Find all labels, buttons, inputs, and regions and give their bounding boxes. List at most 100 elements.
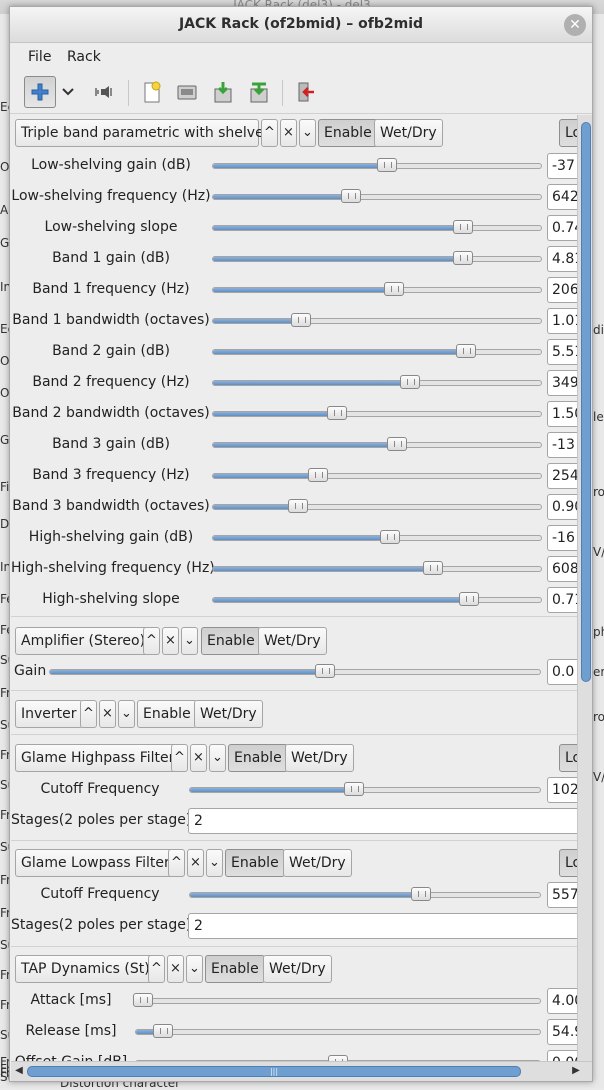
slider-thumb[interactable] [383,282,404,296]
param-slider[interactable] [212,442,542,448]
wet-dry-toggle[interactable]: Wet/Dry [258,627,327,655]
param-slider[interactable] [212,194,542,200]
lock-all-toggle[interactable]: Lo [559,744,577,772]
param-value-field[interactable]: 0.71 [547,587,577,613]
menu-rack[interactable]: Rack [67,49,101,65]
title-bar[interactable]: JACK Rack (of2bmid) – ofb2mid ✕ [10,7,592,43]
slider-thumb[interactable] [153,1024,174,1038]
param-value-field[interactable]: 557 [547,882,577,908]
param-value-field[interactable]: -16 [547,525,577,551]
param-value-field[interactable]: 0.74 [547,215,577,241]
wet-dry-toggle[interactable]: Wet/Dry [263,955,332,983]
param-value-field[interactable]: 642 [547,184,577,210]
lock-all-toggle[interactable]: Lo [559,849,577,877]
param-slider[interactable] [212,535,542,541]
slider-thumb[interactable] [133,993,154,1007]
move-up-button[interactable]: ^ [80,700,97,728]
param-value-field[interactable]: 349 [547,370,577,396]
move-down-button[interactable]: ⌄ [186,955,203,983]
move-down-button[interactable]: ⌄ [181,627,198,655]
param-value-field[interactable]: 5.51 [547,339,577,365]
open-icon[interactable] [171,76,203,108]
param-slider[interactable] [212,380,542,386]
vertical-scroll-thumb[interactable] [581,122,591,682]
slider-thumb[interactable] [400,375,420,389]
slider-thumb[interactable] [456,344,477,358]
remove-button[interactable]: × [187,849,204,877]
slider-thumb[interactable] [459,592,480,606]
menu-file[interactable]: File [28,49,51,65]
move-up-button[interactable]: ^ [148,955,165,983]
param-value-field[interactable]: 4.81 [547,246,577,272]
wet-dry-toggle[interactable]: Wet/Dry [374,119,443,147]
remove-button[interactable]: × [190,744,207,772]
param-slider[interactable] [189,892,541,898]
wet-dry-toggle[interactable]: Wet/Dry [283,849,352,877]
enable-toggle[interactable]: Enable [228,744,288,772]
dropdown-arrow-icon[interactable] [56,76,80,108]
param-value-field[interactable]: -37 [547,153,577,179]
move-up-button[interactable]: ^ [168,849,185,877]
param-slider[interactable] [212,287,542,293]
new-rack-icon[interactable] [136,76,168,108]
param-slider[interactable] [212,566,542,572]
param-value-field[interactable]: 4.00 [547,988,577,1014]
slider-thumb[interactable] [452,220,473,234]
stages-input[interactable]: 2 [188,913,577,939]
param-value-field[interactable]: 102 [547,777,577,803]
param-slider[interactable] [135,998,541,1004]
slider-thumb[interactable] [452,251,473,265]
param-value-field[interactable]: 0.0 [547,659,577,685]
remove-button[interactable]: × [167,955,184,983]
move-down-button[interactable]: ⌄ [206,849,223,877]
slider-thumb[interactable] [340,189,361,203]
scroll-right-arrow-icon[interactable]: ▶ [569,1064,583,1078]
move-down-button[interactable]: ⌄ [209,744,226,772]
move-up-button[interactable]: ^ [261,119,278,147]
param-slider[interactable] [212,349,542,355]
param-slider[interactable] [212,256,542,262]
wet-dry-toggle[interactable]: Wet/Dry [285,744,354,772]
param-slider[interactable] [212,225,542,231]
add-plugin-icon[interactable] [24,76,56,108]
move-down-button[interactable]: ⌄ [118,700,135,728]
plugin-name-button[interactable]: Triple band parametric with shelves [15,119,271,147]
horizontal-scrollbar[interactable]: ◀ ||| ▶ [11,1061,592,1081]
slider-thumb[interactable] [380,530,401,544]
param-slider[interactable] [212,411,542,417]
horizontal-scroll-thumb[interactable]: ||| [27,1066,521,1077]
slider-thumb[interactable] [411,887,432,901]
plugin-name-button[interactable]: Amplifier (Stereo) [15,627,152,655]
vertical-scrollbar[interactable] [577,115,592,1061]
slider-thumb[interactable] [287,499,308,513]
enable-toggle[interactable]: Enable [225,849,285,877]
stages-input[interactable]: 2 [188,808,577,834]
remove-button[interactable]: × [280,119,297,147]
scroll-left-arrow-icon[interactable]: ◀ [12,1064,26,1078]
slider-thumb[interactable] [376,158,397,172]
save-as-icon[interactable] [243,76,275,108]
param-value-field[interactable]: 1.50 [547,401,577,427]
param-slider[interactable] [212,504,542,510]
param-slider[interactable] [212,318,542,324]
save-icon[interactable] [207,76,239,108]
param-slider[interactable] [189,787,541,793]
plugin-name-button[interactable]: Glame Highpass Filter [15,744,181,772]
lock-all-toggle[interactable]: Lo [559,119,577,147]
slider-thumb[interactable] [344,782,365,796]
param-value-field[interactable]: -13 [547,432,577,458]
param-value-field[interactable]: 0.00 [547,1050,577,1061]
param-slider[interactable] [212,473,542,479]
move-up-button[interactable]: ^ [143,627,160,655]
param-value-field[interactable]: 608 [547,556,577,582]
audio-icon[interactable] [88,76,120,108]
enable-toggle[interactable]: Enable [318,119,378,147]
param-value-field[interactable]: 254 [547,463,577,489]
quit-icon[interactable] [290,76,322,108]
slider-thumb[interactable] [386,437,407,451]
remove-button[interactable]: × [99,700,116,728]
param-value-field[interactable]: 1.01 [547,308,577,334]
slider-thumb[interactable] [291,313,312,327]
param-slider[interactable] [135,1029,541,1035]
wet-dry-toggle[interactable]: Wet/Dry [194,700,263,728]
